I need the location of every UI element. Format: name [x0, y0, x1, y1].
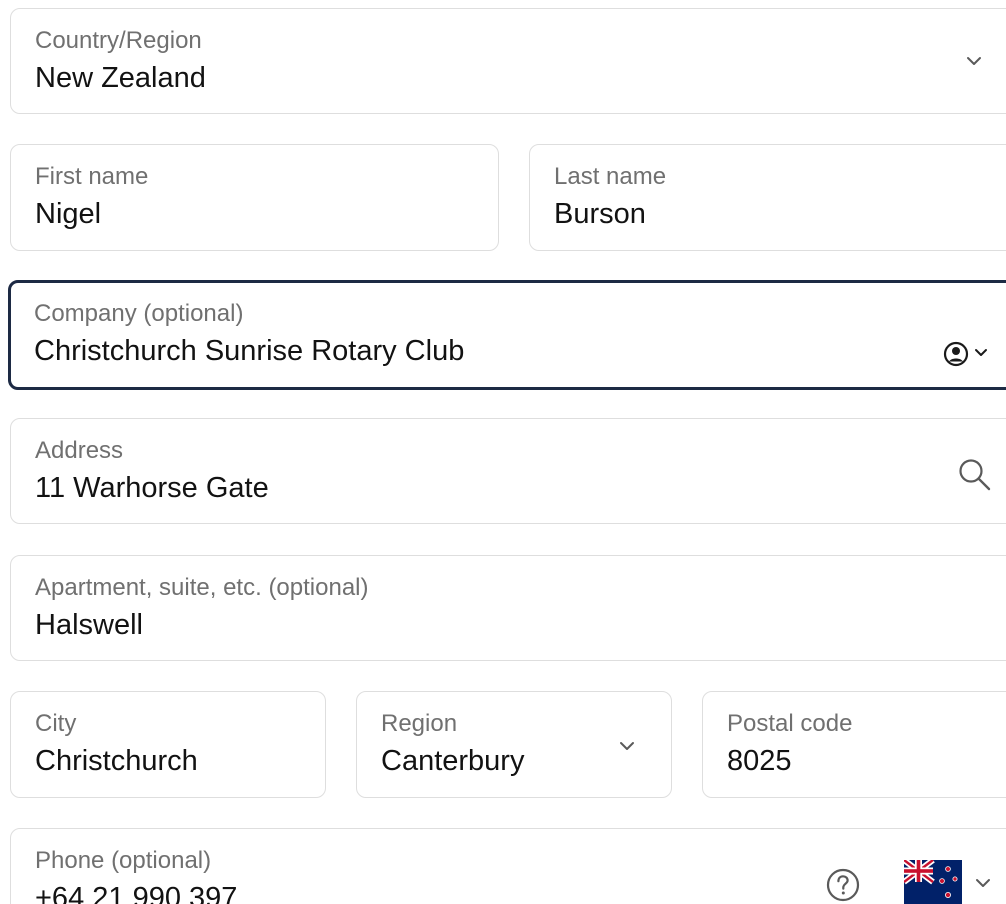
- contact-card-icon[interactable]: [943, 341, 969, 367]
- postal-code-label: Postal code: [727, 710, 853, 737]
- city-label: City: [35, 710, 77, 737]
- first-name-value: Nigel: [35, 198, 102, 230]
- search-icon[interactable]: [957, 457, 993, 493]
- company-value: Christchurch Sunrise Rotary Club: [34, 335, 465, 367]
- phone-label: Phone (optional): [35, 847, 212, 874]
- chevron-down-icon: [620, 742, 634, 750]
- help-icon[interactable]: [825, 867, 861, 903]
- phone-field[interactable]: Phone (optional) +64 21 990 397: [10, 828, 1006, 904]
- first-name-field[interactable]: First name Nigel: [10, 144, 499, 251]
- city-field[interactable]: City Christchurch: [10, 691, 326, 798]
- address-value: 11 Warhorse Gate: [35, 472, 269, 504]
- postal-code-field[interactable]: Postal code 8025: [702, 691, 1006, 798]
- company-field[interactable]: Company (optional) Christchurch Sunrise …: [8, 280, 1006, 390]
- shipping-address-form: Country/Region New Zealand First name Ni…: [0, 0, 1006, 904]
- region-select[interactable]: Region Canterbury: [356, 691, 672, 798]
- postal-code-value: 8025: [727, 745, 792, 777]
- address-field[interactable]: Address 11 Warhorse Gate: [10, 418, 1006, 524]
- apartment-label: Apartment, suite, etc. (optional): [35, 574, 369, 601]
- country-label: Country/Region: [35, 27, 202, 54]
- city-value: Christchurch: [35, 745, 198, 777]
- last-name-field[interactable]: Last name Burson: [529, 144, 1006, 251]
- apartment-value: Halswell: [35, 609, 143, 641]
- address-label: Address: [35, 437, 124, 464]
- country-select[interactable]: Country/Region New Zealand: [10, 8, 1006, 114]
- apartment-field[interactable]: Apartment, suite, etc. (optional) Halswe…: [10, 555, 1006, 661]
- chevron-down-icon: [967, 57, 981, 65]
- chevron-down-icon: [975, 349, 987, 356]
- last-name-value: Burson: [554, 198, 646, 230]
- company-label: Company (optional): [34, 300, 244, 327]
- country-value: New Zealand: [35, 62, 206, 94]
- first-name-label: First name: [35, 163, 149, 190]
- chevron-down-icon: [976, 879, 990, 887]
- region-label: Region: [381, 710, 458, 737]
- nz-flag-icon[interactable]: [904, 860, 962, 904]
- phone-value: +64 21 990 397: [35, 882, 238, 904]
- last-name-label: Last name: [554, 163, 667, 190]
- region-value: Canterbury: [381, 745, 525, 777]
